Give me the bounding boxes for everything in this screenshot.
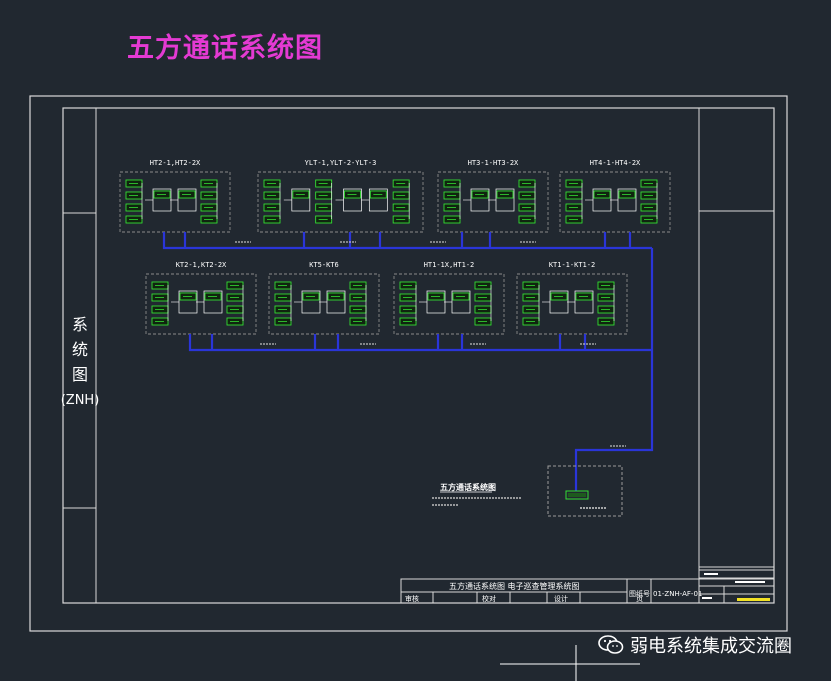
legend-title: 五方通话系统图: [440, 482, 496, 492]
drawing-title: 五方通话系统图 电子巡查管理系统图: [449, 581, 580, 591]
device-group-r2-1: KT5-KT6: [268, 261, 380, 335]
group-label: KT1-1-KT1-2: [549, 261, 595, 269]
device-group-r2-2: HT1-1X,HT1-2: [393, 261, 505, 335]
watermark: 弱电系统集成交流圈: [598, 632, 792, 658]
signal-buses: [162, 232, 654, 491]
bus-line-9: [188, 334, 652, 352]
side-label-line-1: 系: [72, 315, 88, 334]
legend: 五方通话系统图: [432, 482, 522, 506]
stamp-bar-white-3: [702, 597, 712, 599]
role-reviewer: 审核: [405, 594, 419, 603]
role-designer: 设计: [554, 594, 568, 603]
watermark-text: 弱电系统集成交流圈: [630, 636, 792, 657]
group-label: KT2-1,KT2-2X: [176, 261, 227, 269]
group-label: KT5-KT6: [309, 261, 339, 269]
group-label: HT1-1X,HT1-2: [424, 261, 475, 269]
role-checker: 校对: [482, 594, 496, 603]
inner-frame: [62, 107, 775, 604]
device-group-r1-3: HT4-1-HT4-2X: [559, 159, 671, 233]
stamp-bar-white-2: [735, 581, 765, 583]
group-label: YLT-1,YLT-2-YLT-3: [305, 159, 377, 167]
group-label: HT4-1-HT4-2X: [590, 159, 641, 167]
page-label: 页: [636, 595, 643, 603]
bus-line-0: [162, 232, 652, 250]
wechat-icon: [598, 635, 624, 654]
page-title: 五方通话系统图: [127, 33, 323, 64]
group-label: HT3-1-HT3-2X: [468, 159, 519, 167]
group-label: HT2-1,HT2-2X: [150, 159, 201, 167]
master-station-fill: [568, 493, 586, 497]
drawing-no: 01-ZNH-AF-01: [653, 590, 702, 598]
stamp-bar-yellow: [737, 598, 770, 601]
side-label-line-3: 图: [72, 365, 88, 384]
device-group-r1-1: YLT-1,YLT-2-YLT-3: [257, 159, 424, 233]
outer-frame: [29, 95, 788, 632]
side-label-code: (ZNH): [61, 393, 100, 408]
side-label: 系 统 图 (ZNH): [61, 315, 100, 408]
system-diagram-canvas: 系 统 图 (ZNH) HT2-1,HT2-2X YLT-1,YLT-2-YLT-…: [29, 95, 788, 681]
device-group-r2-3: KT1-1-KT1-2: [516, 261, 628, 335]
side-label-line-2: 统: [72, 340, 88, 359]
device-group-r1-2: HT3-1-HT3-2X: [437, 159, 549, 233]
device-group-r2-0: KT2-1,KT2-2X: [145, 261, 257, 335]
stamp-bar-white: [704, 573, 718, 575]
device-group-r1-0: HT2-1,HT2-2X: [119, 159, 231, 233]
device-groups: HT2-1,HT2-2X YLT-1,YLT-2-YLT-3 HT3-1-HT3-2…: [119, 159, 671, 335]
